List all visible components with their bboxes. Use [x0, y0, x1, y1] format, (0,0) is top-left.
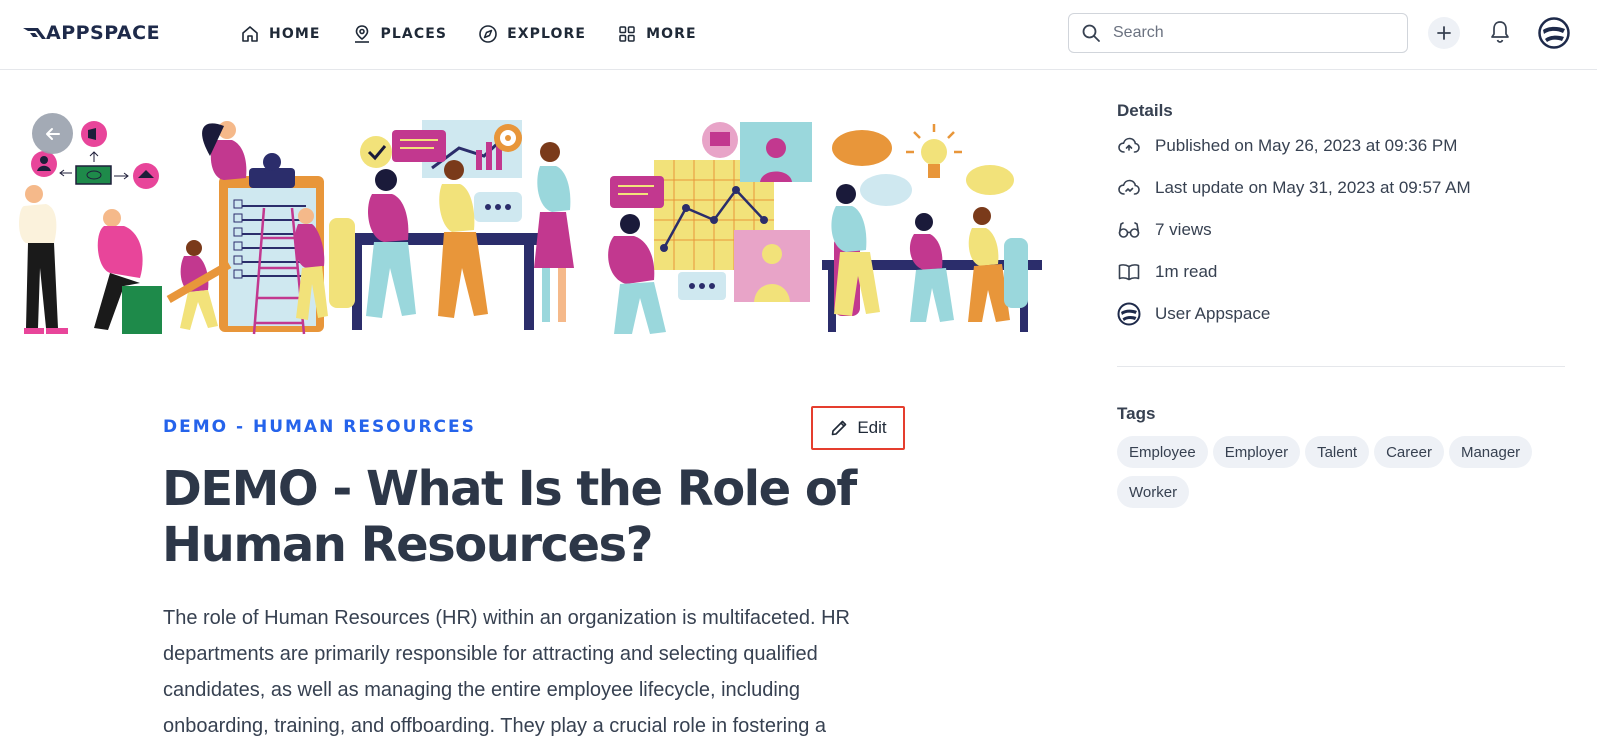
- last-update-date: Last update on May 31, 2023 at 09:57 AM: [1155, 178, 1471, 197]
- plus-icon: [1437, 26, 1451, 40]
- nav-label-places: PLACES: [380, 26, 448, 42]
- nav-item-more[interactable]: MORE: [617, 22, 697, 46]
- details-heading: Details: [1117, 101, 1173, 120]
- last-update-row: Last update on May 31, 2023 at 09:57 AM: [1117, 176, 1471, 200]
- tag-chip[interactable]: Career: [1374, 436, 1444, 468]
- panel-divider: [1117, 366, 1565, 367]
- create-button[interactable]: [1428, 17, 1460, 49]
- pencil-icon: [832, 420, 847, 436]
- tag-chip[interactable]: Employee: [1117, 436, 1208, 468]
- nav-item-explore[interactable]: EXPLORE: [478, 22, 586, 46]
- home-icon: [242, 26, 258, 42]
- open-book-icon: [1118, 264, 1140, 281]
- read-time: 1m read: [1155, 262, 1218, 281]
- article-title: DEMO - What Is the Role of Human Resourc…: [162, 461, 857, 573]
- read-time-row: 1m read: [1117, 260, 1217, 284]
- views-row: 7 views: [1117, 218, 1212, 242]
- search-box[interactable]: [1068, 13, 1408, 53]
- published-date: Published on May 26, 2023 at 09:36 PM: [1155, 136, 1458, 155]
- glasses-icon: [1118, 222, 1140, 238]
- nav-item-home[interactable]: HOME: [240, 22, 321, 46]
- main-nav: HOME PLACES EXPLORE MORE: [240, 22, 728, 46]
- article-body: The role of Human Resources (HR) within …: [163, 607, 850, 737]
- author-avatar-icon: [1117, 302, 1141, 326]
- edit-button[interactable]: Edit: [811, 406, 905, 450]
- views-count: 7 views: [1155, 220, 1212, 239]
- tag-chip[interactable]: Employer: [1212, 436, 1301, 468]
- nav-label-home: HOME: [269, 26, 321, 42]
- appspace-logo-icon: [23, 28, 46, 39]
- nav-label-explore: EXPLORE: [507, 26, 587, 42]
- places-icon: [354, 25, 369, 43]
- nav-label-more: MORE: [646, 26, 697, 42]
- tags-heading: Tags: [1117, 404, 1156, 423]
- logo-text: APPSPACE: [46, 22, 161, 44]
- article-category-link[interactable]: DEMO - HUMAN RESOURCES: [163, 417, 476, 437]
- arrow-left-icon: [45, 127, 60, 140]
- published-row: Published on May 26, 2023 at 09:36 PM: [1117, 134, 1457, 158]
- search-input[interactable]: [1113, 24, 1393, 42]
- hero-illustration: [19, 120, 1042, 335]
- top-navigation-bar: APPSPACE HOME PLACES EXPLORE MORE: [0, 0, 1597, 70]
- edit-button-label: Edit: [857, 418, 887, 437]
- back-button[interactable]: [32, 113, 73, 154]
- nav-item-places[interactable]: PLACES: [352, 22, 448, 46]
- search-icon: [1082, 24, 1100, 42]
- user-avatar[interactable]: [1538, 17, 1570, 49]
- notification-bell-icon[interactable]: [1488, 19, 1512, 45]
- author-row[interactable]: User Appspace: [1117, 302, 1270, 326]
- author-name: User Appspace: [1155, 304, 1271, 323]
- compass-icon: [479, 25, 497, 43]
- appspace-logo[interactable]: APPSPACE: [22, 22, 160, 44]
- tag-list: Employee Employer Talent Career Manager …: [1117, 436, 1577, 508]
- tag-chip[interactable]: Manager: [1448, 436, 1533, 468]
- cloud-sync-icon: [1118, 179, 1140, 195]
- cloud-upload-icon: [1118, 137, 1140, 153]
- tag-chip[interactable]: Talent: [1305, 436, 1370, 468]
- grid-icon: [619, 26, 635, 42]
- tag-chip[interactable]: Worker: [1117, 476, 1190, 508]
